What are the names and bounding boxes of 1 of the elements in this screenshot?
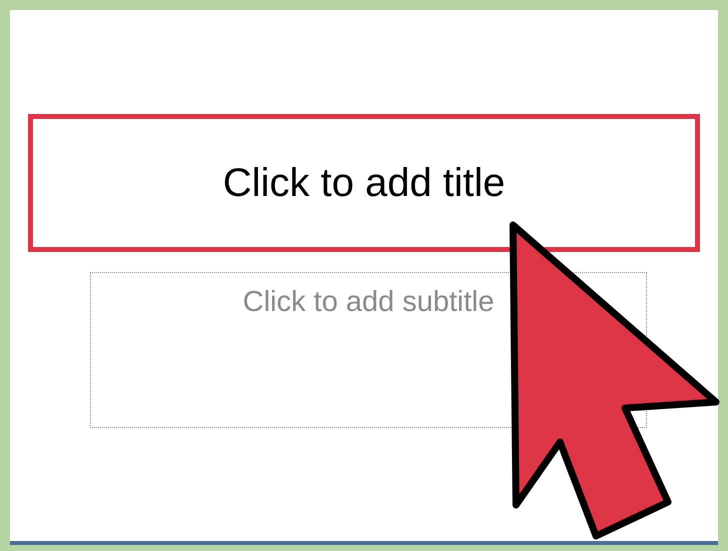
title-placeholder[interactable]: Click to add title (28, 114, 700, 252)
